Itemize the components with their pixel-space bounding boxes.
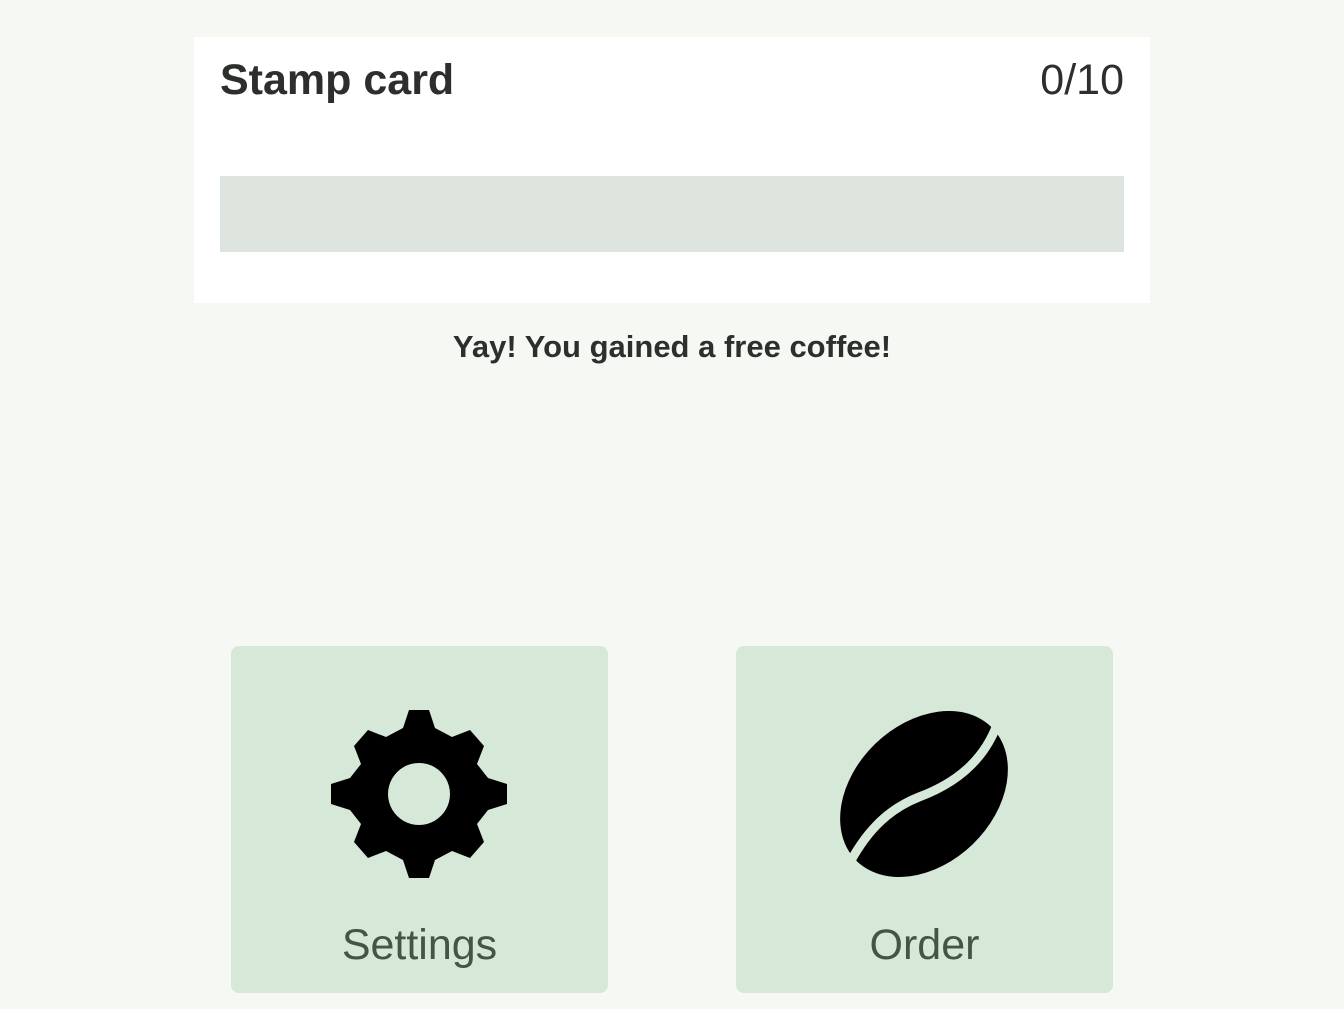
stamp-card-title: Stamp card [220, 56, 455, 104]
stamp-progress-bar [220, 176, 1124, 252]
order-label: Order [869, 921, 980, 969]
stamp-card: Stamp card 0/10 [194, 37, 1150, 303]
order-button[interactable]: Order [736, 646, 1113, 993]
free-coffee-message: Yay! You gained a free coffee! [452, 329, 892, 364]
gear-icon [331, 710, 507, 878]
settings-label: Settings [341, 921, 498, 969]
home-screen: Stamp card 0/10 Yay! You gained a free c… [0, 0, 1344, 1009]
settings-button[interactable]: Settings [231, 646, 608, 993]
stamp-count: 0/10 [1040, 56, 1124, 104]
coffee-bean-icon [840, 710, 1008, 878]
